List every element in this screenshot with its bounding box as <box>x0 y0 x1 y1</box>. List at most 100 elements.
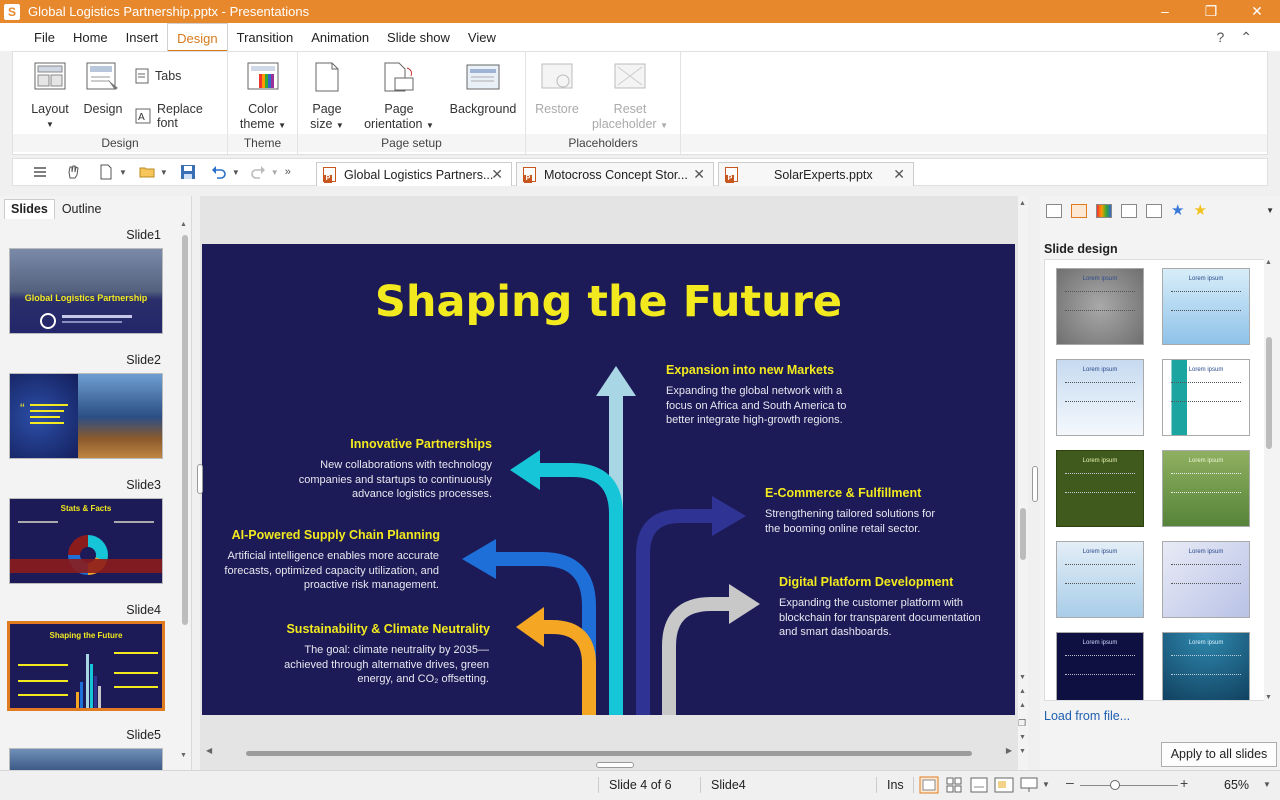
zoom-slider[interactable] <box>1080 785 1178 786</box>
slideshow-view-icon[interactable] <box>1020 777 1038 793</box>
menu-lines-icon[interactable] <box>32 164 48 180</box>
design-thumbnail[interactable]: Lorem ipsum <box>1056 359 1144 436</box>
design-thumbnail[interactable]: Lorem ipsum <box>1162 359 1250 436</box>
design-thumbnail[interactable]: Lorem ipsum <box>1162 450 1250 527</box>
text-digital-platform[interactable]: Expanding the customer platform with bloc… <box>779 596 981 640</box>
slide-sorter-view-icon[interactable] <box>946 777 962 793</box>
slide-thumbnail-1[interactable]: Global Logistics Partnership <box>9 248 163 334</box>
minimize-button[interactable]: – <box>1142 0 1188 23</box>
menu-view[interactable]: View <box>459 23 505 51</box>
menu-insert[interactable]: Insert <box>117 23 168 51</box>
heading-partnerships[interactable]: Innovative Partnerships <box>350 437 492 451</box>
doc-tab-global-logistics[interactable]: Global Logistics Partners... ✕ <box>316 162 512 186</box>
open-dropdown-icon[interactable]: ▼ <box>160 168 168 177</box>
left-splitter-handle[interactable] <box>197 464 203 494</box>
right-splitter-handle[interactable] <box>1032 466 1038 502</box>
transition-icon[interactable] <box>1146 204 1162 218</box>
close-tab-icon[interactable]: ✕ <box>491 166 503 183</box>
slides-scrollbar[interactable]: ▲ ▼ <box>180 221 190 759</box>
hand-tool-icon[interactable] <box>65 164 81 180</box>
menu-slide-show[interactable]: Slide show <box>378 23 459 51</box>
heading-expansion[interactable]: Expansion into new Markets <box>666 363 834 377</box>
slide-hscrollbar[interactable]: ◀ ▶ <box>206 746 1012 758</box>
load-from-file-link[interactable]: Load from file... <box>1044 709 1130 723</box>
design-thumbnail[interactable]: Lorem ipsum <box>1056 632 1144 700</box>
design-thumbnail[interactable]: Lorem ipsum <box>1056 450 1144 527</box>
text-partnerships[interactable]: New collaborations with technology compan… <box>299 458 492 502</box>
collapse-ribbon-icon[interactable]: ⌃ <box>1240 29 1252 46</box>
color-scheme-icon[interactable] <box>1096 204 1112 218</box>
zoom-slider-handle[interactable] <box>1110 780 1120 790</box>
heading-ecommerce[interactable]: E-Commerce & Fulfillment <box>765 486 921 500</box>
doc-tab-motocross[interactable]: Motocross Concept Stor... ✕ <box>516 162 714 186</box>
reset-placeholder-button[interactable]: Reset placeholder ▼ <box>590 62 670 133</box>
maximize-button[interactable]: ❐ <box>1188 0 1234 23</box>
redo-dropdown-icon[interactable]: ▼ <box>271 168 279 177</box>
normal-view-icon[interactable] <box>919 776 939 794</box>
bottom-splitter-handle[interactable] <box>596 762 634 768</box>
zoom-level[interactable]: 65% <box>1224 778 1249 792</box>
design-thumbnail[interactable]: Lorem ipsum <box>1056 541 1144 618</box>
heading-ai-planning[interactable]: AI-Powered Supply Chain Planning <box>232 528 440 542</box>
apply-to-all-slides-button[interactable]: Apply to all slides <box>1161 742 1277 767</box>
tab-slides[interactable]: Slides <box>4 199 55 219</box>
menu-home[interactable]: Home <box>64 23 117 51</box>
toolbar-overflow-icon[interactable]: » <box>285 166 291 178</box>
slide-editor[interactable]: Shaping the Future Expansion into new Ma… <box>197 196 1018 770</box>
open-folder-icon[interactable] <box>139 164 155 180</box>
save-icon[interactable] <box>180 164 196 180</box>
close-tab-icon[interactable]: ✕ <box>893 166 905 183</box>
favorite-star-icon[interactable]: ★ <box>1193 203 1206 218</box>
tabs-button[interactable]: Tabs <box>135 68 181 84</box>
design-thumbnail[interactable]: Lorem ipsum <box>1162 541 1250 618</box>
zoom-dropdown-icon[interactable]: ▼ <box>1263 780 1271 789</box>
help-icon[interactable]: ? <box>1216 29 1224 46</box>
close-window-button[interactable]: ✕ <box>1234 0 1280 23</box>
slide-thumbnail-3[interactable]: Stats & Facts <box>9 498 163 584</box>
text-ai-planning[interactable]: Artificial intelligence enables more acc… <box>224 549 439 593</box>
undo-dropdown-icon[interactable]: ▼ <box>232 168 240 177</box>
undo-icon[interactable] <box>211 164 227 180</box>
design-gallery[interactable]: Lorem ipsum Lorem ipsum Lorem ipsum Lore… <box>1044 259 1266 701</box>
page-size-button[interactable]: Page size ▼ <box>306 62 348 133</box>
text-sustainability[interactable]: The goal: climate neutrality by 2035— ach… <box>284 643 489 687</box>
page-orientation-button[interactable]: Page orientation ▼ <box>362 62 436 133</box>
tab-outline[interactable]: Outline <box>55 199 109 219</box>
insert-mode[interactable]: Ins <box>887 778 904 792</box>
replace-font-button[interactable]: A Replace font <box>135 102 227 130</box>
slide-thumbnail-2[interactable]: “ <box>9 373 163 459</box>
new-document-icon[interactable] <box>98 164 114 180</box>
menu-design[interactable]: Design <box>167 23 228 52</box>
close-tab-icon[interactable]: ✕ <box>693 166 705 183</box>
slide-thumbnail-4[interactable]: Shaping the Future <box>7 621 165 711</box>
animation-star-icon[interactable]: ★ <box>1171 203 1184 218</box>
restore-button[interactable]: Restore <box>532 62 582 117</box>
object-properties-icon[interactable] <box>1046 204 1062 218</box>
zoom-in-icon[interactable]: + <box>1180 775 1188 791</box>
heading-sustainability[interactable]: Sustainability & Climate Neutrality <box>286 622 490 636</box>
menu-transition[interactable]: Transition <box>228 23 303 51</box>
handout-view-icon[interactable] <box>994 777 1014 793</box>
menu-animation[interactable]: Animation <box>302 23 378 51</box>
view-dropdown-icon[interactable]: ▼ <box>1042 780 1050 789</box>
slide-vscrollbar[interactable]: ▲ ▼ ▲ ▲ ❐ ▼ ▼ <box>1018 196 1028 770</box>
menu-file[interactable]: File <box>25 23 64 51</box>
color-theme-button[interactable]: Color theme ▼ <box>236 62 290 133</box>
panel-menu-icon[interactable]: ▼ <box>1266 206 1274 215</box>
design-thumbnail[interactable]: Lorem ipsum <box>1056 268 1144 345</box>
text-ecommerce[interactable]: Strengthening tailored solutions for the … <box>765 507 935 536</box>
text-expansion[interactable]: Expanding the global network with a focus… <box>666 384 846 428</box>
design-thumbnail[interactable]: Lorem ipsum <box>1162 268 1250 345</box>
layout-panel-icon[interactable] <box>1121 204 1137 218</box>
heading-digital-platform[interactable]: Digital Platform Development <box>779 575 953 589</box>
zoom-out-icon[interactable]: – <box>1066 774 1074 790</box>
layout-button[interactable]: Layout ▼ <box>27 62 73 132</box>
current-slide[interactable]: Shaping the Future Expansion into new Ma… <box>202 244 1015 715</box>
slide-thumbnail-5[interactable] <box>9 748 163 770</box>
design-thumbnail[interactable]: Lorem ipsum <box>1162 632 1250 700</box>
design-button[interactable]: Design <box>81 62 125 117</box>
doc-tab-solarexperts[interactable]: SolarExperts.pptx ✕ <box>718 162 914 186</box>
new-dropdown-icon[interactable]: ▼ <box>119 168 127 177</box>
background-button[interactable]: Background <box>446 62 520 117</box>
notes-view-icon[interactable] <box>970 777 988 793</box>
